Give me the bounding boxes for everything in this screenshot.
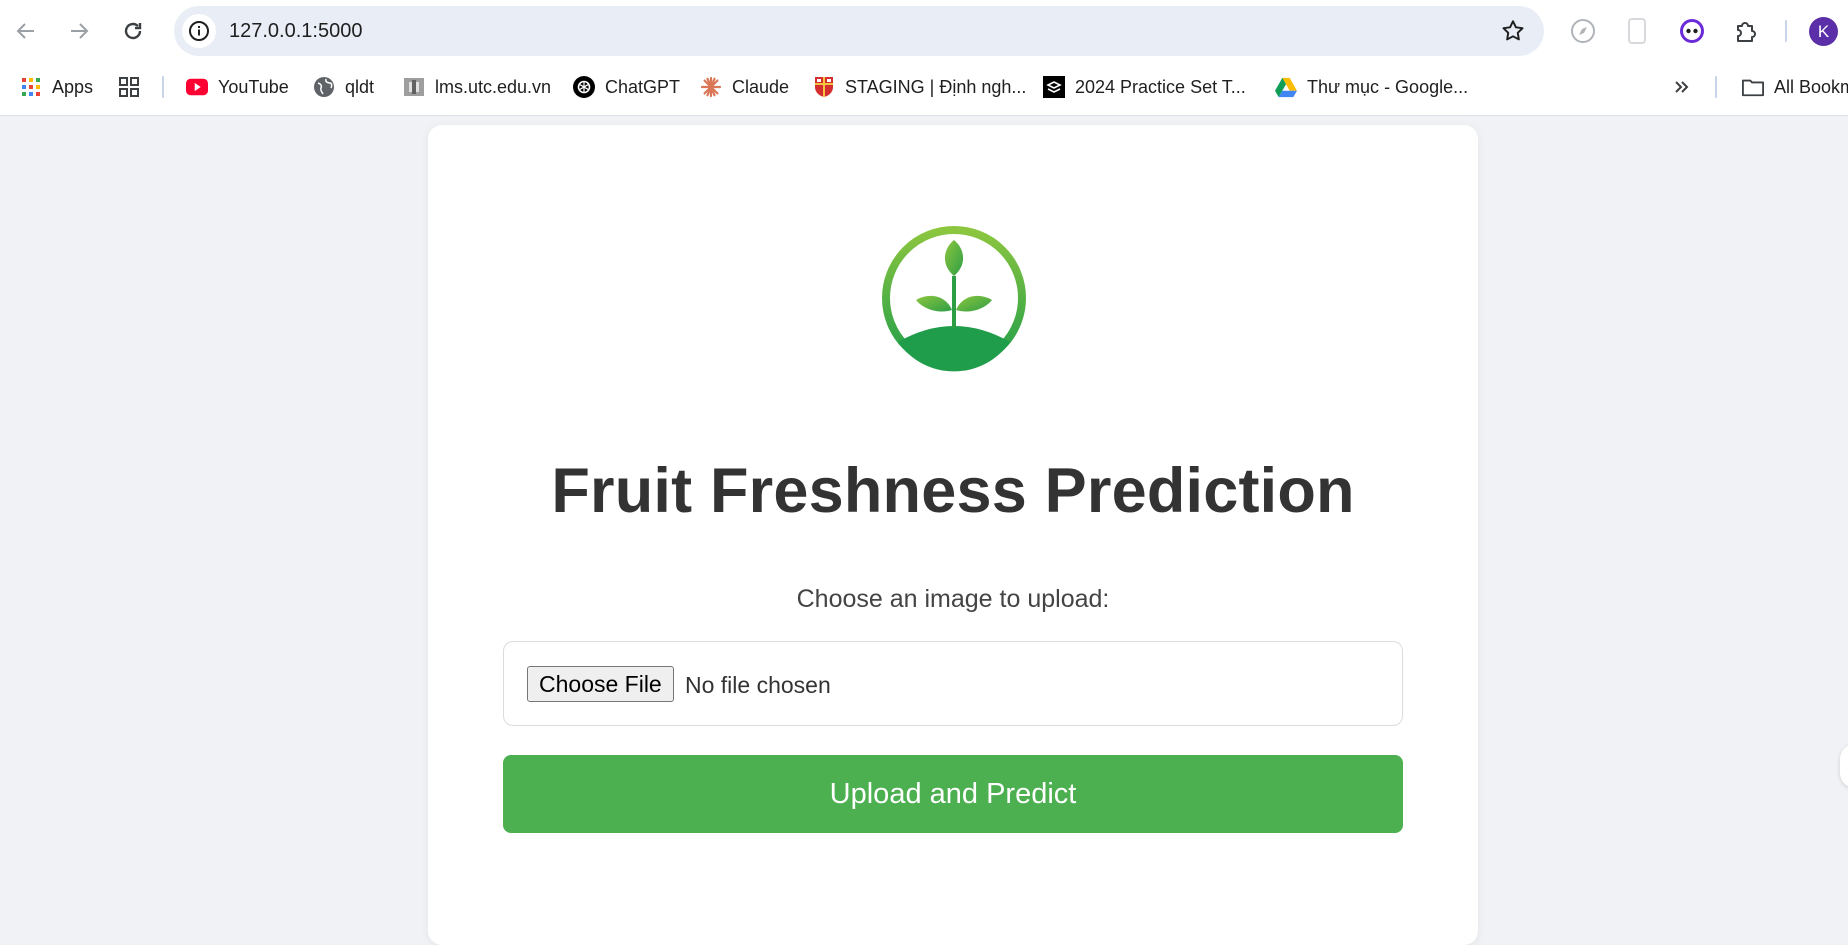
reload-icon bbox=[124, 22, 142, 40]
extensions-button[interactable] bbox=[1729, 14, 1763, 48]
bookmarks-overflow-button[interactable] bbox=[1671, 62, 1693, 112]
bookmark-star-button[interactable] bbox=[1500, 18, 1526, 44]
arrow-right-icon bbox=[71, 23, 89, 39]
claude-icon bbox=[700, 76, 722, 98]
all-bookmarks-button[interactable]: All Bookm bbox=[1742, 62, 1848, 112]
bookmark-staging[interactable]: STAGING | Định ngh... bbox=[813, 62, 1026, 112]
bookmark-label: qldt bbox=[345, 76, 375, 97]
bookmark-label: lms.utc.edu.vn bbox=[435, 76, 552, 97]
bookmark-chatgpt[interactable]: ChatGPT bbox=[573, 62, 680, 112]
file-status-text: No file chosen bbox=[685, 672, 831, 698]
arrow-left-icon bbox=[16, 23, 34, 39]
bookmark-qldt[interactable]: qldt bbox=[313, 62, 374, 112]
extension-phone-button[interactable] bbox=[1620, 14, 1654, 48]
upload-card: Fruit Freshness Prediction Choose an ima… bbox=[428, 125, 1478, 945]
puzzle-icon bbox=[1737, 22, 1756, 42]
url-text[interactable]: 127.0.0.1:5000 bbox=[229, 6, 362, 56]
page-title: Fruit Freshness Prediction bbox=[551, 456, 1355, 526]
address-bar[interactable]: 127.0.0.1:5000 bbox=[174, 6, 1544, 56]
bookmark-label: ChatGPT bbox=[605, 76, 681, 97]
bookmark-label: YouTube bbox=[218, 76, 289, 97]
lms-icon bbox=[403, 76, 425, 98]
tab-groups-icon bbox=[118, 76, 140, 98]
bookmark-youtube[interactable]: YouTube bbox=[186, 62, 289, 112]
apps-grid-icon bbox=[20, 76, 42, 98]
side-panel-handle[interactable] bbox=[1840, 744, 1848, 788]
globe-icon bbox=[313, 76, 335, 98]
profile-avatar-button[interactable]: K bbox=[1809, 17, 1838, 46]
info-icon bbox=[189, 21, 209, 41]
upload-and-predict-button[interactable]: Upload and Predict bbox=[503, 755, 1403, 833]
browser-toolbar: 127.0.0.1:5000 K bbox=[0, 0, 1848, 62]
choose-file-button[interactable]: Choose File bbox=[527, 666, 674, 702]
bookmark-label: Thư mục - Google... bbox=[1307, 76, 1469, 97]
chatgpt-icon bbox=[573, 76, 595, 98]
reload-button[interactable] bbox=[114, 12, 152, 50]
extension-eyes-button[interactable] bbox=[1675, 14, 1709, 48]
bookmark-claude[interactable]: Claude bbox=[700, 62, 789, 112]
toolbar-divider bbox=[1785, 20, 1787, 42]
tab-groups-button[interactable] bbox=[118, 62, 140, 112]
bookmark-apps[interactable]: Apps bbox=[20, 62, 93, 112]
youtube-icon bbox=[186, 76, 208, 98]
forward-button[interactable] bbox=[60, 12, 98, 50]
all-bookmarks-label: All Bookm bbox=[1774, 76, 1848, 97]
bookmark-practice-set[interactable]: 2024 Practice Set T... bbox=[1043, 62, 1246, 112]
bookmarks-divider bbox=[162, 76, 164, 98]
extension-compass-button[interactable] bbox=[1566, 14, 1600, 48]
site-info-button[interactable] bbox=[182, 14, 216, 48]
bookmark-google-drive[interactable]: Thư mục - Google... bbox=[1275, 62, 1468, 112]
bookmarks-divider bbox=[1715, 76, 1717, 98]
cambridge-shield-icon bbox=[813, 76, 835, 98]
bookmarks-bar: Apps YouTube qldt lms.utc.edu.vn ChatGPT bbox=[0, 62, 1848, 116]
upload-instruction-label: Choose an image to upload: bbox=[796, 585, 1110, 613]
sprout-logo-icon bbox=[880, 224, 1028, 372]
eyes-extension-icon bbox=[1680, 19, 1704, 43]
bookmark-label: Claude bbox=[732, 76, 790, 97]
bookmark-label: 2024 Practice Set T... bbox=[1075, 76, 1246, 97]
back-button[interactable] bbox=[7, 12, 45, 50]
file-input[interactable]: Choose File No file chosen bbox=[503, 641, 1403, 726]
phone-icon bbox=[1628, 18, 1646, 44]
bookmark-label: STAGING | Định ngh... bbox=[845, 76, 1027, 97]
double-chevron-right-icon bbox=[1671, 76, 1693, 98]
compass-icon bbox=[1571, 19, 1595, 43]
practice-set-icon bbox=[1043, 76, 1065, 98]
folder-icon bbox=[1742, 76, 1764, 98]
google-drive-icon bbox=[1275, 76, 1297, 98]
bookmark-lms[interactable]: lms.utc.edu.vn bbox=[403, 62, 551, 112]
star-icon bbox=[1502, 20, 1524, 41]
bookmark-label: Apps bbox=[52, 76, 94, 97]
